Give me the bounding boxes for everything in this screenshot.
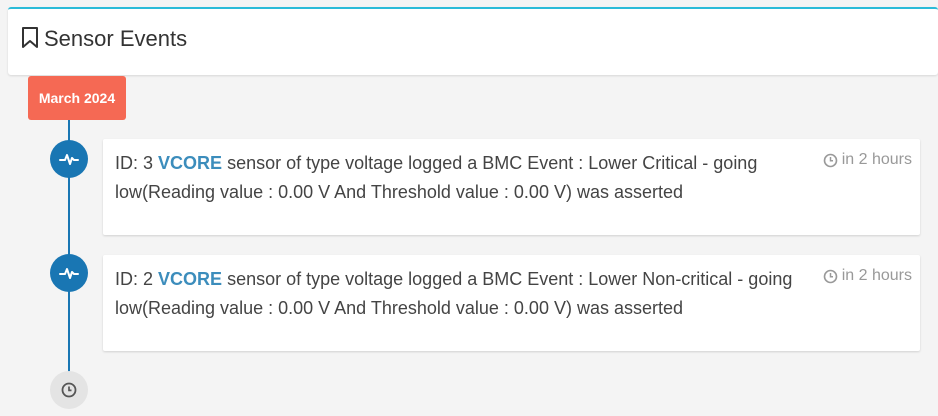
event-message: ID: 3 VCORE sensor of type voltage logge… — [115, 149, 805, 207]
heartbeat-icon — [50, 254, 88, 292]
page-title: Sensor Events — [44, 26, 188, 51]
event-id: ID: 3 — [115, 153, 154, 173]
event-message: ID: 2 VCORE sensor of type voltage logge… — [115, 265, 805, 323]
event-timestamp: in 2 hours — [823, 150, 912, 170]
event-timestamp: in 2 hours — [823, 266, 912, 286]
heartbeat-icon — [50, 140, 88, 178]
timeline-event-item: ID: 3 VCORE sensor of type voltage logge… — [103, 139, 920, 235]
clock-icon — [823, 153, 838, 167]
bookmark-icon — [20, 26, 40, 50]
timeline-month-label: March 2024 — [28, 76, 126, 120]
sensor-name-link[interactable]: VCORE — [158, 269, 222, 289]
timeline-end-clock-icon — [50, 371, 88, 409]
event-id: ID: 2 — [115, 269, 154, 289]
sensor-events-header: Sensor Events — [8, 7, 938, 75]
timeline-event-item: ID: 2 VCORE sensor of type voltage logge… — [103, 255, 920, 351]
clock-icon — [823, 269, 838, 283]
event-time-text: in 2 hours — [841, 267, 912, 284]
event-time-text: in 2 hours — [841, 151, 912, 168]
sensor-name-link[interactable]: VCORE — [158, 153, 222, 173]
sensor-events-page: Sensor Events March 2024 ID: 3 VCORE sen… — [0, 0, 938, 416]
